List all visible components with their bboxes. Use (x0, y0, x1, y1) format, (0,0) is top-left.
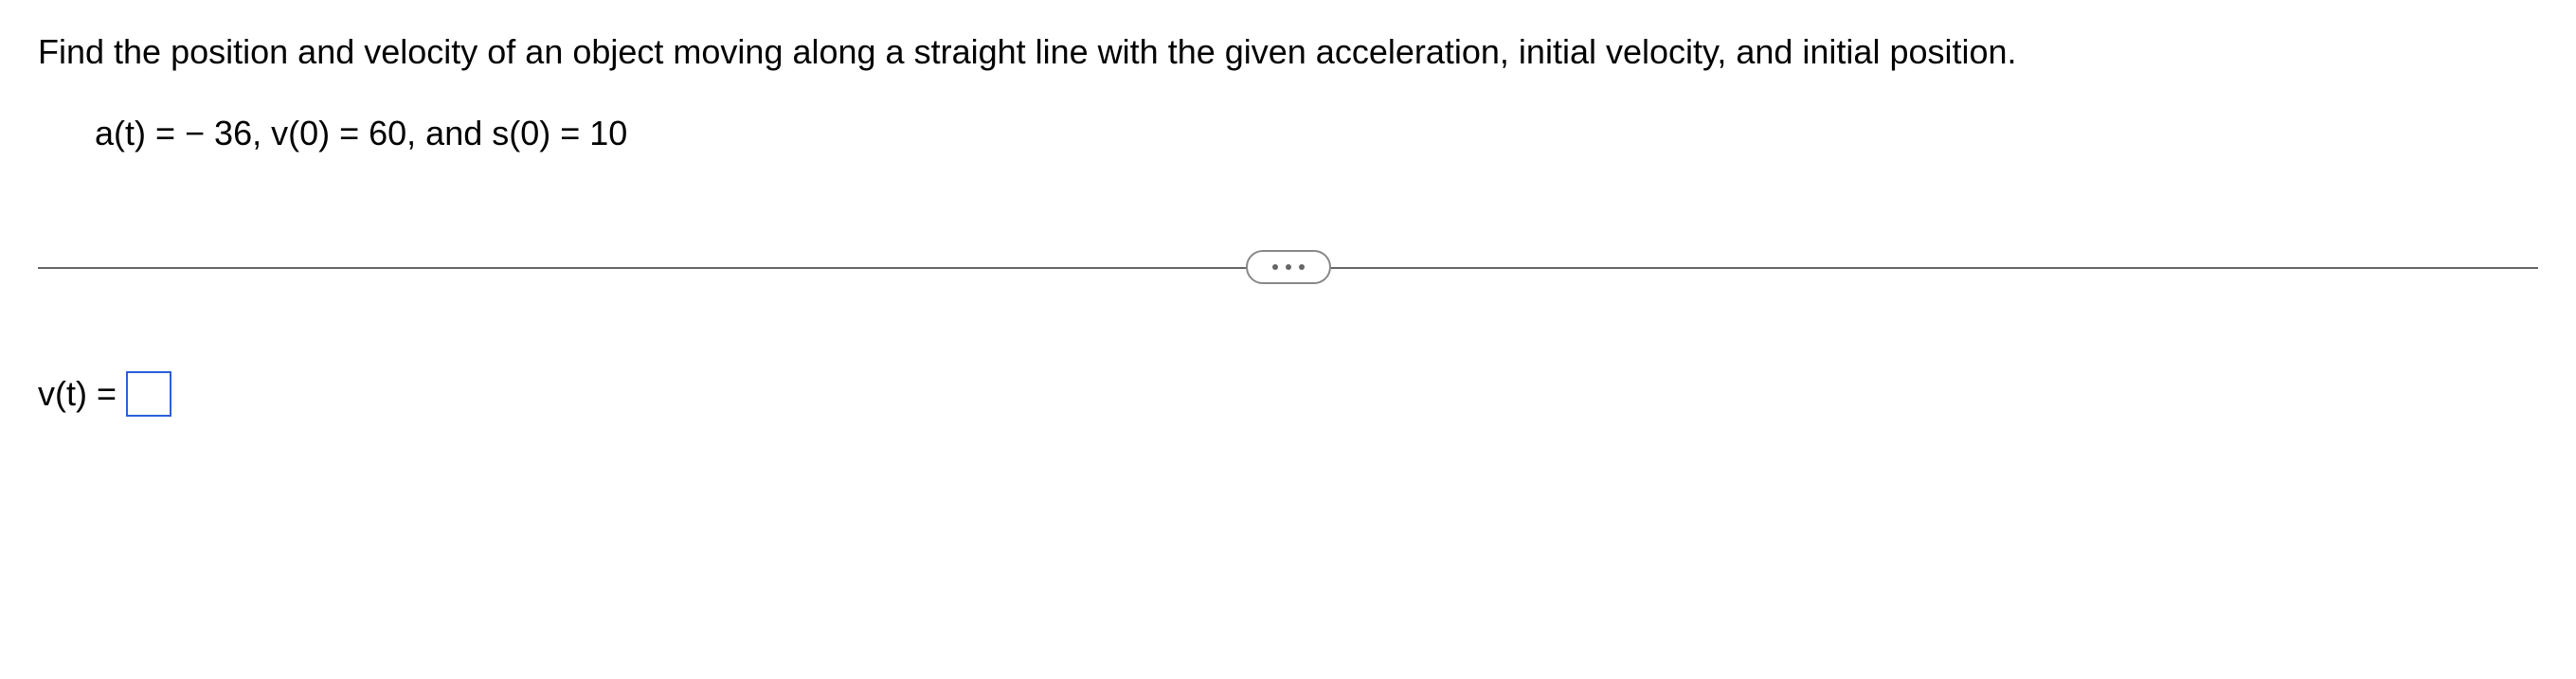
ellipsis-icon (1286, 264, 1291, 270)
ellipsis-icon (1299, 264, 1305, 270)
question-equation: a(t) = − 36, v(0) = 60, and s(0) = 10 (95, 114, 2538, 153)
answer-label: v(t) = (38, 374, 117, 414)
velocity-input[interactable] (126, 371, 171, 417)
ellipsis-icon (1272, 264, 1278, 270)
divider-expand-button[interactable] (1246, 250, 1331, 284)
question-prompt: Find the position and velocity of an obj… (38, 28, 2538, 76)
answer-row: v(t) = (38, 371, 2538, 417)
section-divider (38, 248, 2538, 286)
